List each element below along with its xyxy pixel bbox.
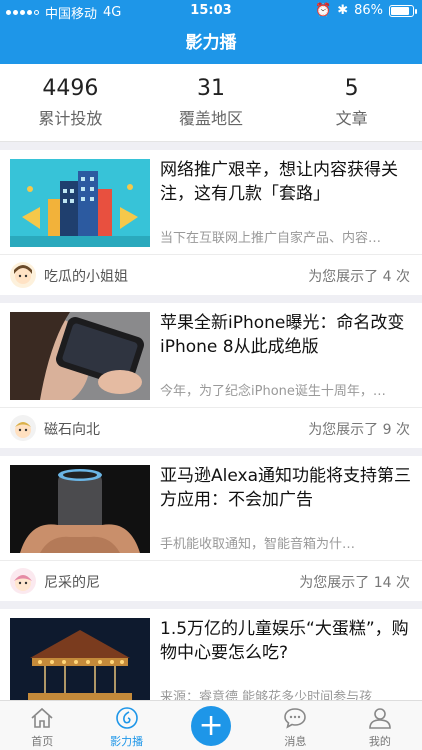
stats-panel: 4496 累计投放 31 覆盖地区 5 文章: [0, 64, 422, 142]
article-title[interactable]: 1.5万亿的儿童娱乐“大蛋糕”，购物中心要怎么吃?: [160, 617, 412, 665]
article-summary: 当下在互联网上推广自家产品、内容…: [160, 231, 382, 246]
stat-coverage-regions: 31 覆盖地区: [141, 64, 282, 141]
stat-label: 文章: [335, 109, 368, 128]
article-thumbnail: [10, 312, 150, 400]
avatar: [10, 262, 36, 288]
tab-home[interactable]: 首页: [0, 701, 84, 750]
article-main[interactable]: 苹果全新iPhone曝光：命名改变 iPhone 8从此成绝版 今年，为了纪念i…: [0, 303, 422, 408]
stat-value: 5: [344, 76, 359, 101]
article-card[interactable]: 亚马逊Alexa通知功能将支持第三方应用：不会加广告 手机能收取通知，智能音箱为…: [0, 456, 422, 601]
author-name: 吃瓜的小姐姐: [44, 269, 128, 285]
tab-bar: 首页 影力播 + 消息 我的: [0, 700, 422, 750]
article-summary: 今年，为了纪念iPhone诞生十周年，…: [160, 384, 386, 399]
broadcast-icon: [115, 707, 138, 729]
article-main[interactable]: 亚马逊Alexa通知功能将支持第三方应用：不会加广告 手机能收取通知，智能音箱为…: [0, 456, 422, 561]
author-name: 尼采的尼: [44, 575, 100, 591]
article-footer: 磁石向北 为您展示了 9 次: [0, 408, 422, 448]
tab-label: 消息: [284, 735, 307, 748]
plus-icon[interactable]: +: [191, 706, 232, 746]
display-count: 为您展示了 4 次: [308, 269, 410, 285]
battery-icon: [389, 4, 417, 17]
article-main[interactable]: 网络推广艰辛，想让内容获得关注，这有几款「套路」 当下在互联网上推广自家产品、内…: [0, 150, 422, 255]
avatar: [10, 415, 36, 441]
stat-articles[interactable]: 5 文章: [281, 64, 422, 141]
tab-label: 我的: [368, 735, 391, 748]
alarm-icon: ⏰: [315, 3, 332, 18]
page-title: 影力播: [185, 33, 237, 53]
article-feed[interactable]: 网络推广艰辛，想让内容获得关注，这有几款「套路」 当下在互联网上推广自家产品、内…: [0, 150, 422, 700]
tab-label: 影力播: [110, 735, 144, 748]
article-thumbnail: [10, 618, 150, 700]
article-summary: 手机能收取通知，智能音箱为什…: [160, 537, 356, 552]
home-icon: [31, 707, 53, 728]
display-count: 为您展示了 9 次: [308, 422, 410, 438]
tab-add[interactable]: +: [169, 701, 253, 750]
article-footer: 吃瓜的小姐姐 为您展示了 4 次: [0, 255, 422, 295]
status-bar: 中国移动 4G 15:03 ⏰ ✱ 86%: [0, 0, 422, 22]
stat-value: 31: [197, 76, 225, 101]
bluetooth-icon: ✱: [337, 3, 349, 18]
article-main[interactable]: 1.5万亿的儿童娱乐“大蛋糕”，购物中心要怎么吃? 来源：睿意德 能够花多少时间…: [0, 609, 422, 700]
battery-percent: 86%: [354, 3, 383, 18]
message-icon: [284, 708, 307, 729]
article-title[interactable]: 苹果全新iPhone曝光：命名改变 iPhone 8从此成绝版: [160, 311, 412, 359]
tab-messages[interactable]: 消息: [253, 701, 337, 750]
stat-label: 覆盖地区: [179, 109, 244, 128]
tab-profile[interactable]: 我的: [338, 701, 422, 750]
article-thumbnail: [10, 159, 150, 247]
avatar: [10, 568, 36, 594]
stat-total-placements: 4496 累计投放: [0, 64, 141, 141]
display-count: 为您展示了 14 次: [299, 575, 410, 591]
article-card[interactable]: 苹果全新iPhone曝光：命名改变 iPhone 8从此成绝版 今年，为了纪念i…: [0, 303, 422, 448]
author-name: 磁石向北: [44, 422, 100, 438]
app-header: 中国移动 4G 15:03 ⏰ ✱ 86% 影力播: [0, 0, 422, 64]
stat-label: 累计投放: [38, 109, 103, 128]
article-card[interactable]: 1.5万亿的儿童娱乐“大蛋糕”，购物中心要怎么吃? 来源：睿意德 能够花多少时间…: [0, 609, 422, 700]
article-title[interactable]: 网络推广艰辛，想让内容获得关注，这有几款「套路」: [160, 158, 412, 206]
tab-broadcast[interactable]: 影力播: [84, 701, 168, 750]
article-footer: 尼采的尼 为您展示了 14 次: [0, 561, 422, 601]
article-card[interactable]: 网络推广艰辛，想让内容获得关注，这有几款「套路」 当下在互联网上推广自家产品、内…: [0, 150, 422, 295]
article-title[interactable]: 亚马逊Alexa通知功能将支持第三方应用：不会加广告: [160, 464, 412, 512]
profile-icon: [369, 708, 391, 729]
stat-value: 4496: [42, 76, 99, 101]
article-thumbnail: [10, 465, 150, 553]
tab-label: 首页: [31, 735, 54, 748]
article-summary: 来源：睿意德 能够花多少时间参与孩: [160, 690, 373, 700]
